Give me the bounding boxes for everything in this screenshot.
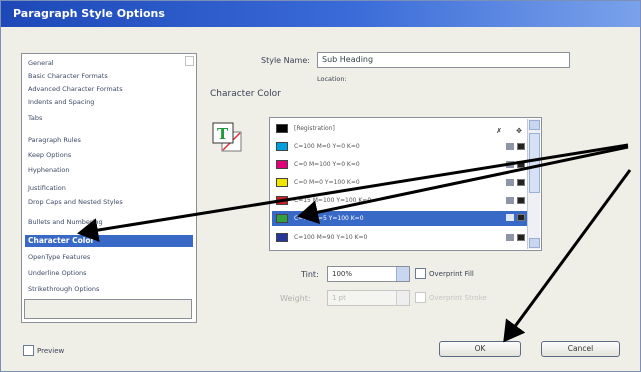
category-list-footer xyxy=(24,299,192,319)
style-name-label: Style Name: xyxy=(261,56,310,65)
swatch-chip xyxy=(276,142,288,151)
svg-text:T: T xyxy=(217,125,229,143)
tint-value: 100% xyxy=(332,270,353,278)
overprint-stroke-label: Overprint Stroke xyxy=(429,294,487,302)
paragraph-style-options-dialog: Paragraph Style Options General Basic Ch… xyxy=(0,0,641,372)
cancel-button[interactable]: Cancel xyxy=(541,341,620,357)
swatch-row-magenta[interactable]: C=0 M=100 Y=0 K=0 xyxy=(272,158,528,171)
category-item-advanced-character-formats[interactable]: Advanced Character Formats xyxy=(25,83,193,95)
cmyk-mode-icon xyxy=(517,197,525,204)
swatch-row-green-selected[interactable]: C=75 M=5 Y=100 K=0 xyxy=(272,211,528,226)
fill-stroke-icon[interactable]: T xyxy=(211,121,243,153)
scroll-down-button[interactable] xyxy=(529,238,540,248)
ok-button[interactable]: OK xyxy=(439,341,521,357)
process-color-icon xyxy=(506,214,514,221)
category-item-keep-options[interactable]: Keep Options xyxy=(25,149,193,161)
category-list[interactable]: General Basic Character Formats Advanced… xyxy=(21,53,197,323)
registration-icon: ✥ xyxy=(516,127,522,135)
swatch-chip xyxy=(276,124,288,133)
category-list-scroll-button[interactable] xyxy=(185,56,194,66)
cmyk-mode-icon xyxy=(517,161,525,168)
category-item-basic-character-formats[interactable]: Basic Character Formats xyxy=(25,70,193,82)
category-item-justification[interactable]: Justification xyxy=(25,182,193,194)
category-item-underline-options[interactable]: Underline Options xyxy=(25,267,193,279)
swatch-row-cyan[interactable]: C=100 M=0 Y=0 K=0 xyxy=(272,140,528,153)
preview-checkbox[interactable] xyxy=(23,345,34,356)
section-title: Character Color xyxy=(210,89,281,99)
category-item-character-color[interactable]: Character Color xyxy=(25,235,193,247)
overprint-stroke-checkbox[interactable] xyxy=(415,292,426,303)
swatch-chip xyxy=(276,214,288,223)
weight-value: 1 pt xyxy=(332,294,346,302)
category-item-bullets-and-numbering[interactable]: Bullets and Numbering xyxy=(25,216,193,228)
swatch-list-scrollbar[interactable] xyxy=(527,119,540,249)
category-item-tabs[interactable]: Tabs xyxy=(25,112,193,124)
no-edit-icon: ✗ xyxy=(496,127,502,135)
overprint-fill-checkbox[interactable] xyxy=(415,268,426,279)
category-item-strikethrough-options[interactable]: Strikethrough Options xyxy=(25,283,193,295)
swatch-row-red[interactable]: C=15 M=100 Y=100 K=0 xyxy=(272,194,528,207)
swatch-name: C=0 M=100 Y=0 K=0 xyxy=(294,161,360,168)
scroll-up-button[interactable] xyxy=(529,120,540,130)
scroll-thumb[interactable] xyxy=(529,133,540,193)
swatch-chip xyxy=(276,160,288,169)
style-name-field[interactable]: Sub Heading xyxy=(317,52,570,68)
cmyk-mode-icon xyxy=(517,234,525,241)
swatch-chip xyxy=(276,196,288,205)
tint-label: Tint: xyxy=(301,270,319,279)
window-title: Paragraph Style Options xyxy=(13,7,165,20)
swatch-name: C=100 M=0 Y=0 K=0 xyxy=(294,143,360,150)
swatch-chip xyxy=(276,233,288,242)
weight-label: Weight: xyxy=(280,294,311,303)
chevron-down-icon[interactable] xyxy=(396,291,409,305)
process-color-icon xyxy=(506,234,514,241)
title-bar[interactable]: Paragraph Style Options xyxy=(1,1,640,27)
swatch-chip xyxy=(276,178,288,187)
swatch-row-yellow[interactable]: C=0 M=0 Y=100 K=0 xyxy=(272,176,528,189)
category-item-indents-and-spacing[interactable]: Indents and Spacing xyxy=(25,96,193,108)
category-item-hyphenation[interactable]: Hyphenation xyxy=(25,164,193,176)
tint-combo[interactable]: 100% xyxy=(327,266,410,282)
swatch-row-blue[interactable]: C=100 M=90 Y=10 K=0 xyxy=(272,231,528,244)
weight-combo[interactable]: 1 pt xyxy=(327,290,410,306)
swatch-row-registration[interactable]: [Registration] ✗ ✥ xyxy=(272,122,528,135)
swatch-name: C=0 M=0 Y=100 K=0 xyxy=(294,179,360,186)
swatch-name: C=75 M=5 Y=100 K=0 xyxy=(294,215,364,222)
preview-label: Preview xyxy=(37,347,65,355)
process-color-icon xyxy=(506,179,514,186)
process-color-icon xyxy=(506,161,514,168)
category-item-drop-caps-and-nested-styles[interactable]: Drop Caps and Nested Styles xyxy=(25,196,193,208)
cmyk-mode-icon xyxy=(517,143,525,150)
category-item-paragraph-rules[interactable]: Paragraph Rules xyxy=(25,134,193,146)
cmyk-mode-icon xyxy=(517,214,525,221)
location-label: Location: xyxy=(317,75,347,83)
process-color-icon xyxy=(506,197,514,204)
process-color-icon xyxy=(506,143,514,150)
cmyk-mode-icon xyxy=(517,179,525,186)
swatch-name: C=15 M=100 Y=100 K=0 xyxy=(294,197,372,204)
overprint-fill-label: Overprint Fill xyxy=(429,270,474,278)
chevron-down-icon[interactable] xyxy=(396,267,409,281)
swatch-name: [Registration] xyxy=(294,125,335,132)
swatch-list[interactable]: [Registration] ✗ ✥ C=100 M=0 Y=0 K=0 C=0… xyxy=(269,117,542,251)
swatch-name: C=100 M=90 Y=10 K=0 xyxy=(294,234,368,241)
category-item-opentype-features[interactable]: OpenType Features xyxy=(25,251,193,263)
category-item-general[interactable]: General xyxy=(25,57,193,69)
